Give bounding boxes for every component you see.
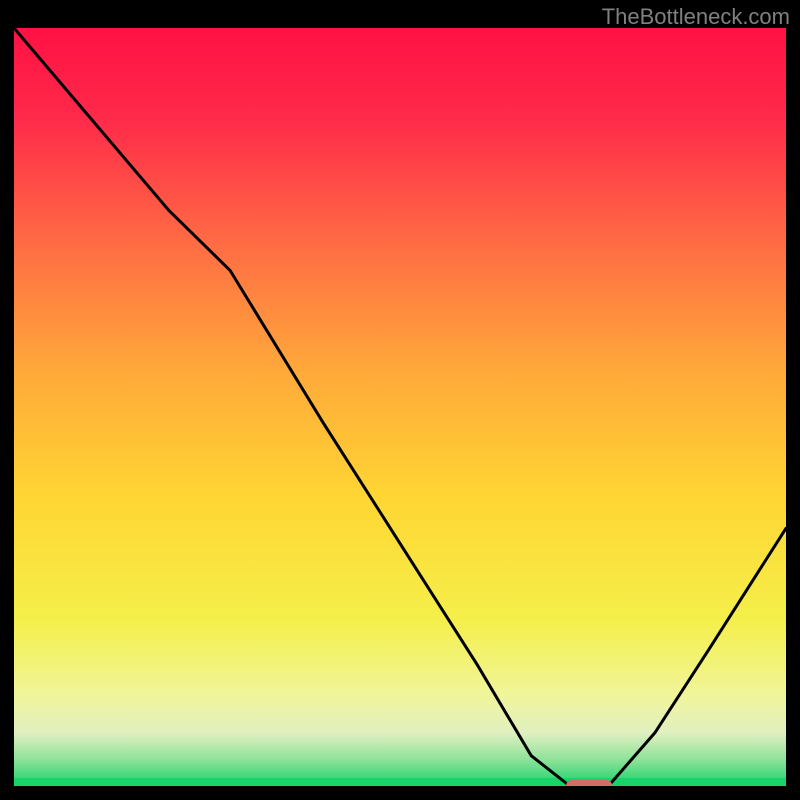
watermark-text: TheBottleneck.com [602,4,790,30]
chart-frame [14,28,786,786]
chart-svg [14,28,786,786]
baseline-strip [14,778,786,786]
chart-background [14,28,786,786]
optimum-marker [566,780,612,786]
